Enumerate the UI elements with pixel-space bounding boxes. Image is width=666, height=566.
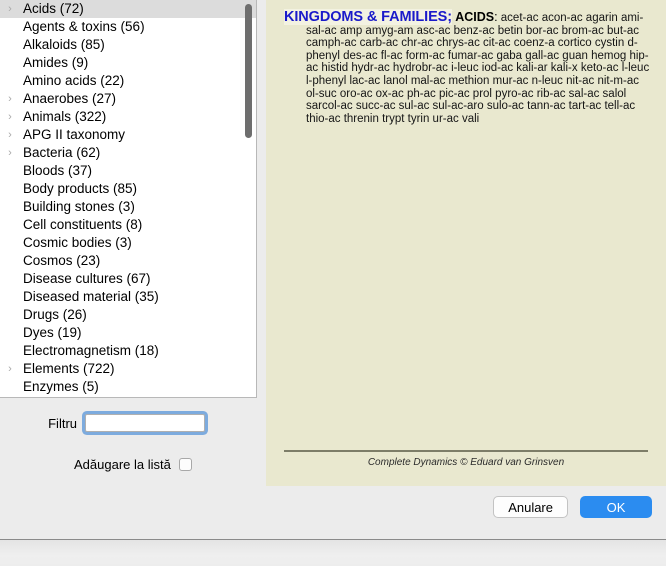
list-item[interactable]: ›Electromagnetism (18) <box>0 342 256 360</box>
add-to-list-label: Adăugare la listă <box>74 456 171 472</box>
dialog-button-bar: Anulare OK <box>493 496 652 518</box>
cancel-button[interactable]: Anulare <box>493 496 568 518</box>
list-item-label: Drugs (26) <box>23 307 87 322</box>
chevron-right-icon[interactable]: › <box>0 90 20 108</box>
chevron-right-icon[interactable]: › <box>0 108 20 126</box>
list-item[interactable]: ›Amides (9) <box>0 54 256 72</box>
list-item-label: Disease cultures (67) <box>23 271 151 286</box>
list-item-label: Bacteria (62) <box>23 145 101 160</box>
twisty-spacer: › <box>0 162 20 180</box>
category-list-scroll-area[interactable]: ›Acids (72)›Agents & toxins (56)›Alkaloi… <box>0 0 256 397</box>
list-item-label: Cell constituents (8) <box>23 217 143 232</box>
kingdoms-families-title: KINGDOMS & FAMILIES; <box>284 9 452 25</box>
list-item[interactable]: ›Enzymes (5) <box>0 378 256 396</box>
list-item[interactable]: ›Building stones (3) <box>0 198 256 216</box>
list-item[interactable]: ›Dyes (19) <box>0 324 256 342</box>
list-item[interactable]: ›Body products (85) <box>0 180 256 198</box>
info-paragraph: KINGDOMS & FAMILIES; ACIDS: acet-ac acon… <box>284 9 652 125</box>
twisty-spacer: › <box>0 216 20 234</box>
list-item[interactable]: ›Diseased material (35) <box>0 288 256 306</box>
add-to-list-row[interactable]: Adăugare la listă <box>0 452 257 476</box>
copyright-credit: Complete Dynamics © Eduard van Grinsven <box>367 457 565 468</box>
scrollbar-thumb[interactable] <box>245 4 252 138</box>
list-item-label: Animals (322) <box>23 109 107 124</box>
twisty-spacer: › <box>0 234 20 252</box>
twisty-spacer: › <box>0 36 20 54</box>
list-item-label: Dyes (19) <box>23 325 82 340</box>
list-item[interactable]: › Acids (72) <box>0 0 256 18</box>
list-item[interactable]: › Bacteria (62) <box>0 144 256 162</box>
chevron-right-icon[interactable]: › <box>0 126 20 144</box>
list-item[interactable]: ›Cosmic bodies (3) <box>0 234 256 252</box>
list-item[interactable]: ›Disease cultures (67) <box>0 270 256 288</box>
twisty-spacer: › <box>0 342 20 360</box>
info-text-block: KINGDOMS & FAMILIES; ACIDS: acet-ac acon… <box>284 9 652 125</box>
add-to-list-checkbox[interactable] <box>178 457 192 471</box>
remedy-abbreviation-list: acet-ac acon-ac agarin ami-sal-ac amp am… <box>306 12 650 125</box>
category-list-panel[interactable]: ›Acids (72)›Agents & toxins (56)›Alkaloi… <box>0 0 257 398</box>
list-item[interactable]: › Elements (722) <box>0 360 256 378</box>
footer-divider <box>284 450 648 452</box>
twisty-spacer: › <box>0 198 20 216</box>
twisty-spacer: › <box>0 288 20 306</box>
list-item-label: Electromagnetism (18) <box>23 343 159 358</box>
list-item-label: Acids (72) <box>23 1 84 16</box>
list-item-label: Amides (9) <box>23 55 89 70</box>
list-item-label: Diseased material (35) <box>23 289 159 304</box>
title-colon: : <box>494 10 498 24</box>
list-item-label: APG II taxonomy <box>23 127 126 142</box>
bottom-strip <box>0 540 666 566</box>
list-item-label: Body products (85) <box>23 181 138 196</box>
twisty-spacer: › <box>0 72 20 90</box>
twisty-spacer: › <box>0 252 20 270</box>
list-item[interactable]: › Anaerobes (27) <box>0 90 256 108</box>
filter-input[interactable] <box>85 414 205 432</box>
info-footer: Complete Dynamics © Eduard van Grinsven <box>284 450 648 468</box>
twisty-spacer: › <box>0 306 20 324</box>
twisty-spacer: › <box>0 54 20 72</box>
list-item-label: Elements (722) <box>23 361 115 376</box>
list-item[interactable]: ›Bloods (37) <box>0 162 256 180</box>
twisty-spacer: › <box>0 18 20 36</box>
list-item[interactable]: ›Cell constituents (8) <box>0 216 256 234</box>
filter-label: Filtru <box>48 415 77 431</box>
twisty-spacer: › <box>0 378 20 396</box>
list-item-label: Building stones (3) <box>23 199 135 214</box>
chevron-right-icon[interactable]: › <box>0 0 20 18</box>
list-item-label: Cosmic bodies (3) <box>23 235 132 250</box>
list-item-label: Anaerobes (27) <box>23 91 117 106</box>
list-item-label: Bloods (37) <box>23 163 93 178</box>
list-item[interactable]: › APG II taxonomy <box>0 126 256 144</box>
filter-row: Filtru <box>0 408 257 438</box>
list-item[interactable]: › Animals (322) <box>0 108 256 126</box>
info-panel: KINGDOMS & FAMILIES; ACIDS: acet-ac acon… <box>266 0 666 486</box>
twisty-spacer: › <box>0 270 20 288</box>
list-item-label: Amino acids (22) <box>23 73 125 88</box>
list-item[interactable]: ›Amino acids (22) <box>0 72 256 90</box>
chevron-right-icon[interactable]: › <box>0 360 20 378</box>
acids-subtitle: ACIDS <box>455 10 495 24</box>
list-item[interactable]: ›Alkaloids (85) <box>0 36 256 54</box>
list-item-label: Cosmos (23) <box>23 253 101 268</box>
chevron-right-icon[interactable]: › <box>0 144 20 162</box>
category-list-scrollbar[interactable] <box>243 2 254 396</box>
ok-button[interactable]: OK <box>580 496 652 518</box>
list-item[interactable]: ›Agents & toxins (56) <box>0 18 256 36</box>
list-item-label: Alkaloids (85) <box>23 37 105 52</box>
twisty-spacer: › <box>0 180 20 198</box>
list-item-label: Agents & toxins (56) <box>23 19 145 34</box>
list-item-label: Enzymes (5) <box>23 379 99 394</box>
list-item[interactable]: ›Drugs (26) <box>0 306 256 324</box>
list-item[interactable]: ›Cosmos (23) <box>0 252 256 270</box>
twisty-spacer: › <box>0 324 20 342</box>
